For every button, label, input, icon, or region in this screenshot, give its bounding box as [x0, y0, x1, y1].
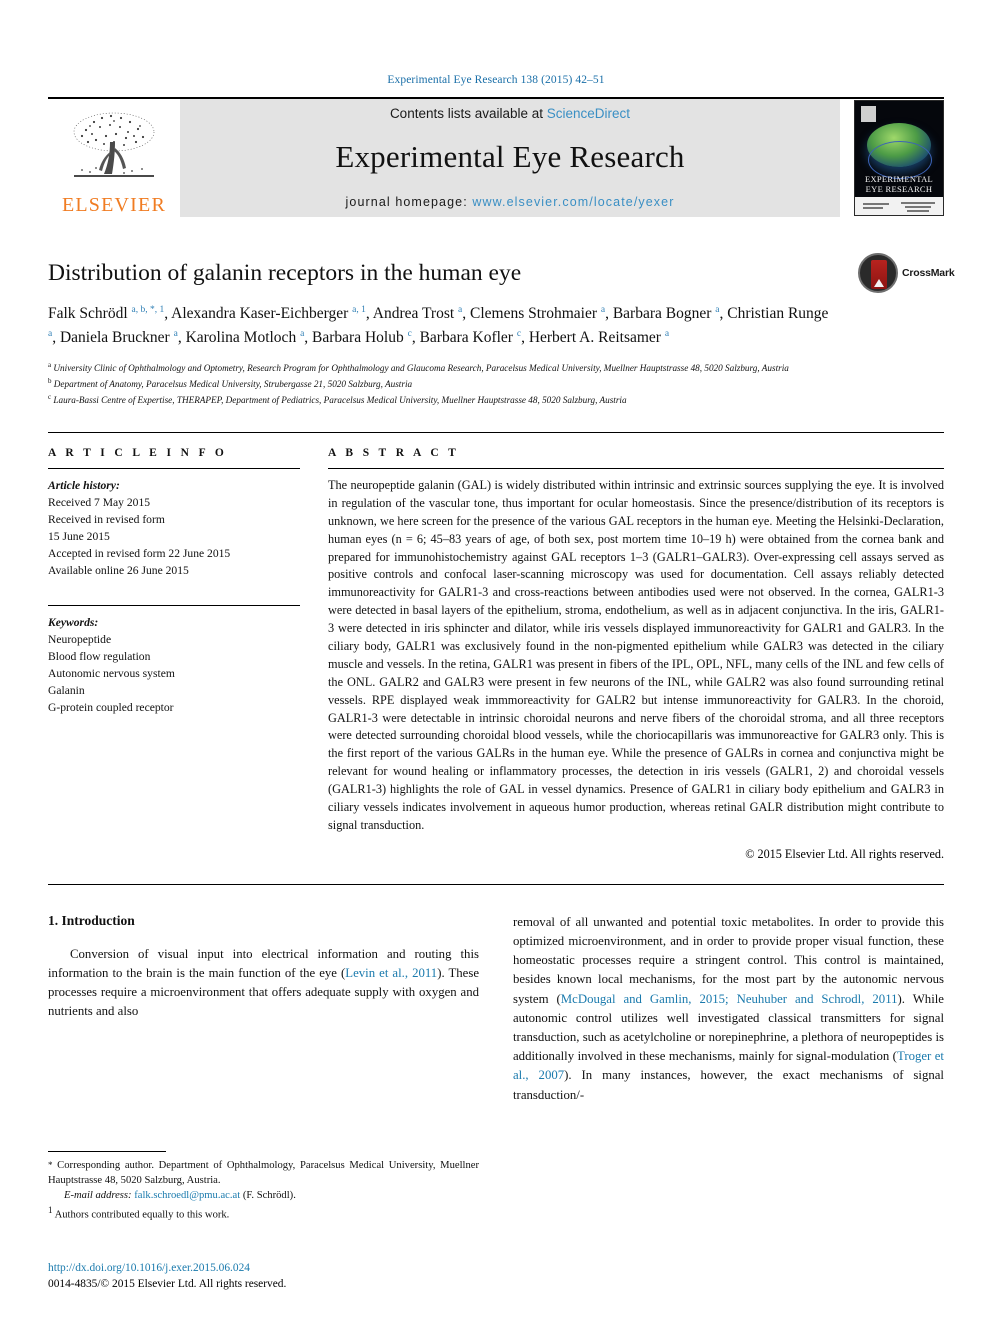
- contents-list-line: Contents lists available at ScienceDirec…: [390, 106, 630, 121]
- history-line: 15 June 2015: [48, 530, 110, 544]
- affiliation-item: c Laura-Bassi Centre of Expertise, THERA…: [48, 392, 627, 406]
- body-column-right: removal of all unwanted and potential to…: [513, 913, 944, 1105]
- keyword-item: Galanin: [48, 684, 85, 698]
- cover-title: EXPERIMENTAL EYE RESEARCH: [855, 174, 943, 194]
- footnote-corresponding-author: * Corresponding author. Department of Op…: [48, 1159, 479, 1187]
- divider: [48, 883, 944, 885]
- copyright-line: © 2015 Elsevier Ltd. All rights reserved…: [745, 846, 944, 861]
- title-block: CrossMark Distribution of galanin recept…: [48, 253, 955, 408]
- abstract-heading: A B S T R A C T: [328, 447, 460, 460]
- footnotes-block: * Corresponding author. Department of Op…: [48, 1150, 479, 1223]
- journal-homepage-link[interactable]: www.elsevier.com/locate/yexer: [472, 195, 674, 209]
- keyword-item: Autonomic nervous system: [48, 667, 175, 681]
- intro-paragraph-left: Conversion of visual input into electric…: [48, 946, 479, 1019]
- article-info-heading: A R T I C L E I N F O: [48, 447, 228, 460]
- abstract-text: The neuropeptide galanin (GAL) is widely…: [328, 478, 944, 832]
- homepage-prefix: journal homepage:: [345, 194, 473, 209]
- crossmark-icon: [858, 253, 898, 293]
- keyword-item: Neuropeptide: [48, 633, 112, 647]
- body-column-left: 1. Introduction Conversion of visual inp…: [48, 912, 479, 1220]
- footnote-equal-contribution: 1 Authors contributed equally to this wo…: [48, 1204, 230, 1221]
- keyword-item: Blood flow regulation: [48, 650, 151, 664]
- journal-cover-thumbnail: EXPERIMENTAL EYE RESEARCH: [854, 100, 944, 216]
- keywords-label: Keywords:: [48, 616, 99, 630]
- crossmark-badge[interactable]: CrossMark: [858, 253, 955, 295]
- journal-homepage-line: journal homepage: www.elsevier.com/locat…: [346, 195, 675, 209]
- cover-footer-strip: [855, 197, 943, 215]
- masthead-right: EXPERIMENTAL EYE RESEARCH: [840, 99, 944, 217]
- history-line: Available online 26 June 2015: [48, 564, 189, 578]
- masthead-center: Contents lists available at ScienceDirec…: [180, 99, 840, 217]
- email-owner: (F. Schrödl).: [242, 1190, 296, 1202]
- article-info-column: A R T I C L E I N F O Article history: R…: [48, 447, 300, 862]
- cover-chip-icon: [861, 106, 876, 122]
- divider: [48, 605, 300, 607]
- contents-prefix: Contents lists available at: [389, 105, 547, 121]
- divider: [328, 468, 944, 470]
- divider: [48, 468, 300, 470]
- issn-copyright-line: 0014-4835/© 2015 Elsevier Ltd. All right…: [48, 1278, 287, 1291]
- keyword-item: G-protein coupled receptor: [48, 701, 174, 715]
- affiliation-item: b Department of Anatomy, Paracelsus Medi…: [48, 376, 413, 389]
- elsevier-tree-icon: [66, 108, 162, 194]
- crossmark-label: CrossMark: [902, 267, 955, 279]
- history-line: Received 7 May 2015: [48, 496, 151, 510]
- doi-link[interactable]: http://dx.doi.org/10.1016/j.exer.2015.06…: [48, 1260, 479, 1277]
- cover-title-line2: EYE RESEARCH: [865, 184, 933, 194]
- abstract-column: A B S T R A C T The neuropeptide galanin…: [328, 447, 944, 862]
- info-abstract-region: A R T I C L E I N F O Article history: R…: [48, 432, 944, 862]
- running-head: Experimental Eye Research 138 (2015) 42–…: [387, 74, 605, 86]
- article-history: Article history: Received 7 May 2015 Rec…: [48, 477, 300, 579]
- cover-title-line1: EXPERIMENTAL: [864, 174, 934, 184]
- journal-masthead: ELSEVIER Contents lists available at Sci…: [48, 97, 944, 217]
- keywords-block: Keywords: Neuropeptide Blood flow regula…: [48, 605, 300, 716]
- section-heading-introduction: 1. Introduction: [48, 912, 135, 928]
- page-footer: http://dx.doi.org/10.1016/j.exer.2015.06…: [48, 1260, 479, 1293]
- keywords-list: Keywords: Neuropeptide Blood flow regula…: [48, 614, 300, 716]
- elsevier-wordmark: ELSEVIER: [61, 194, 167, 216]
- author-list: Falk Schrödl a, b, *, 1, Alexandra Kaser…: [48, 305, 829, 346]
- publisher-logo: ELSEVIER: [48, 99, 180, 217]
- footnote-divider: [48, 1150, 166, 1152]
- history-line: Accepted in revised form 22 June 2015: [48, 547, 231, 561]
- article-history-label: Article history:: [48, 479, 120, 493]
- affiliation-item: a University Clinic of Ophthalmology and…: [48, 360, 789, 373]
- journal-article-page: Experimental Eye Research 138 (2015) 42–…: [0, 0, 992, 1323]
- footnote-email: E-mail address: falk.schroedl@pmu.ac.at …: [48, 1188, 479, 1203]
- article-body: 1. Introduction Conversion of visual inp…: [48, 912, 944, 1220]
- intro-paragraph-right: removal of all unwanted and potential to…: [513, 914, 944, 1102]
- history-line: Received in revised form: [48, 513, 165, 527]
- email-link[interactable]: falk.schroedl@pmu.ac.at: [134, 1190, 240, 1201]
- email-label: E-mail address:: [64, 1190, 132, 1202]
- journal-title: Experimental Eye Research: [335, 138, 685, 174]
- sciencedirect-link[interactable]: ScienceDirect: [547, 106, 630, 121]
- page-title: Distribution of galanin receptors in the…: [48, 260, 522, 286]
- affiliation-list: a University Clinic of Ophthalmology and…: [48, 360, 944, 408]
